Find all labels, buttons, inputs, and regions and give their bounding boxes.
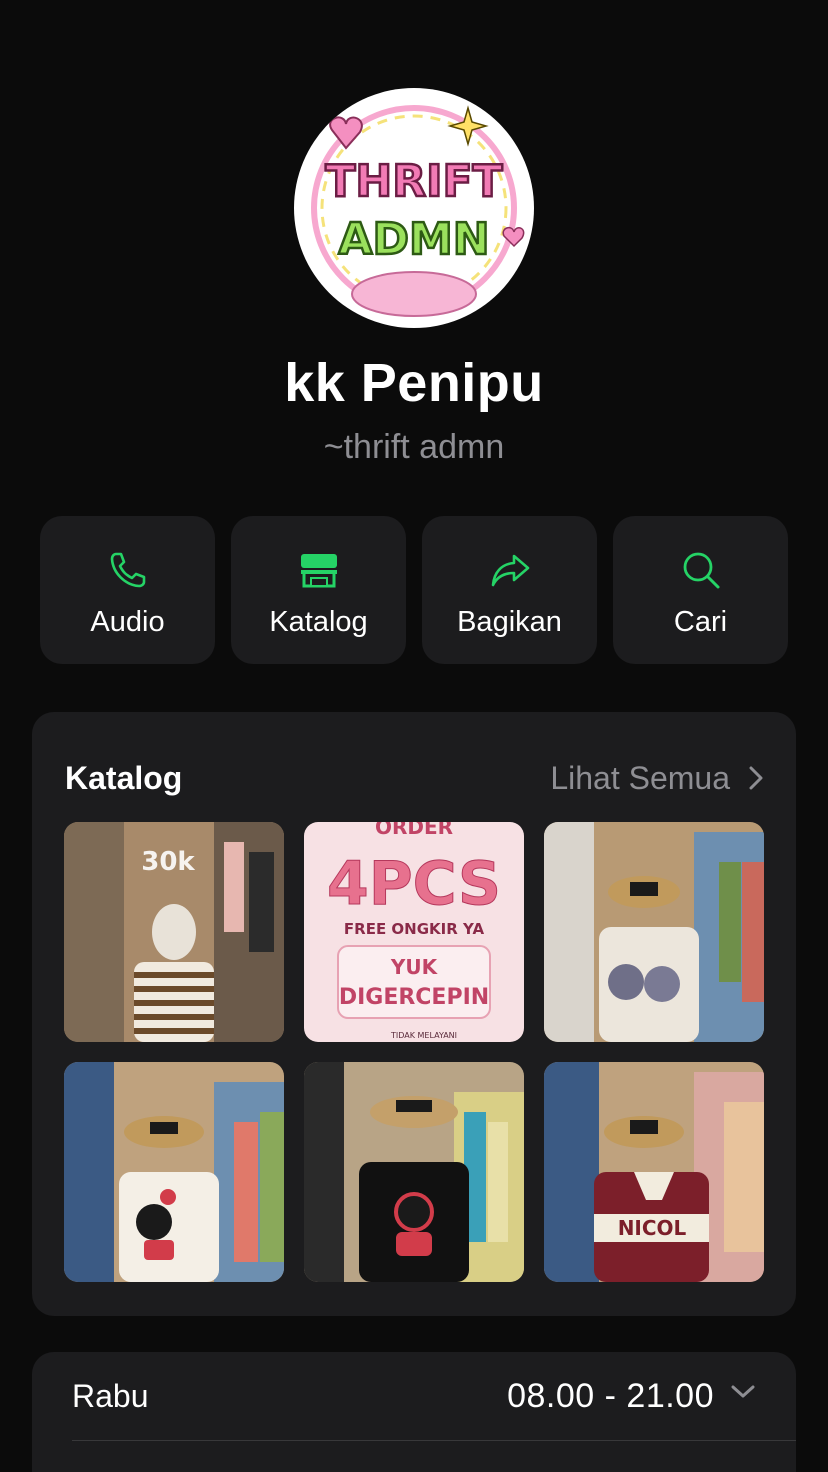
hours-time-wrap: 08.00 - 21.00 (507, 1377, 756, 1416)
action-bar: Audio Katalog Bagikan Cari (40, 516, 788, 664)
logo-text-thrift: THRIFT (325, 156, 502, 207)
chevron-down-icon (731, 1385, 755, 1398)
promo-line-5: DIGERCEPIN (339, 985, 489, 1010)
catalog-title: Katalog (65, 759, 183, 796)
product-photo-polo-sweater: NICOL (544, 1062, 764, 1282)
product-photo-minnie-sweater (64, 1062, 284, 1282)
catalog-item-5[interactable] (304, 1062, 524, 1282)
see-all-label: Lihat Semua (550, 759, 730, 796)
catalog-item-2[interactable]: ORDER 4PCS FREE ONGKIR YA YUK DIGERCEPIN… (304, 822, 524, 1042)
catalog-grid: 30k ORDER 4PCS FREE ONGKIR YA YUK DIGERC… (64, 822, 764, 1282)
profile-subtitle: ~thrift admn (323, 428, 505, 466)
promo-line-4: YUK (390, 955, 439, 979)
catalog-item-6[interactable]: NICOL (544, 1062, 764, 1282)
catalog-item-4[interactable] (64, 1062, 284, 1282)
hours-day: Rabu (72, 1377, 149, 1414)
catalog-button[interactable]: Katalog (231, 516, 406, 664)
catalog-item-3[interactable] (544, 822, 764, 1042)
see-all-link[interactable]: Lihat Semua (550, 760, 766, 797)
search-icon (683, 552, 719, 588)
promo-line-1: ORDER (375, 822, 453, 839)
store-icon (300, 553, 337, 587)
price-tag: 30k (141, 847, 195, 877)
share-label: Bagikan (457, 605, 562, 638)
business-hours-section: Rabu 08.00 - 21.00 (32, 1352, 796, 1472)
hours-time: 08.00 - 21.00 (507, 1376, 714, 1415)
catalog-header: Katalog Lihat Semua (65, 756, 766, 800)
search-button[interactable]: Cari (613, 516, 788, 664)
chevron-right-icon (749, 766, 763, 790)
business-hours-row[interactable]: Rabu 08.00 - 21.00 (72, 1372, 756, 1420)
share-button[interactable]: Bagikan (422, 516, 597, 664)
catalog-item-1[interactable]: 30k (64, 822, 284, 1042)
audio-label: Audio (90, 605, 165, 638)
logo-text-admn: ADMN (338, 214, 489, 265)
catalog-label: Katalog (269, 605, 368, 638)
promo-line-3: FREE ONGKIR YA (344, 920, 485, 938)
product-photo-striped-sweater: 30k (64, 822, 284, 1042)
promo-line-2: 4PCS (327, 849, 501, 919)
search-label: Cari (673, 605, 728, 638)
shirt-text: NICOL (618, 1216, 687, 1240)
profile-name: kk Penipu (284, 353, 544, 413)
phone-icon (110, 552, 145, 587)
product-photo-printed-sweater (544, 822, 764, 1042)
promo-line-6: TIDAK MELAYANI (390, 1031, 457, 1040)
share-icon (491, 554, 529, 586)
thrift-admn-logo: THRIFT ADMN (302, 96, 526, 320)
hours-divider (72, 1440, 796, 1441)
profile-avatar[interactable]: THRIFT ADMN (294, 88, 534, 328)
promo-poster: ORDER 4PCS FREE ONGKIR YA YUK DIGERCEPIN… (304, 822, 524, 1042)
product-photo-mickey-tee (304, 1062, 524, 1282)
audio-call-button[interactable]: Audio (40, 516, 215, 664)
catalog-section: Katalog Lihat Semua 30k ORDER 4PCS FREE … (32, 712, 796, 1316)
